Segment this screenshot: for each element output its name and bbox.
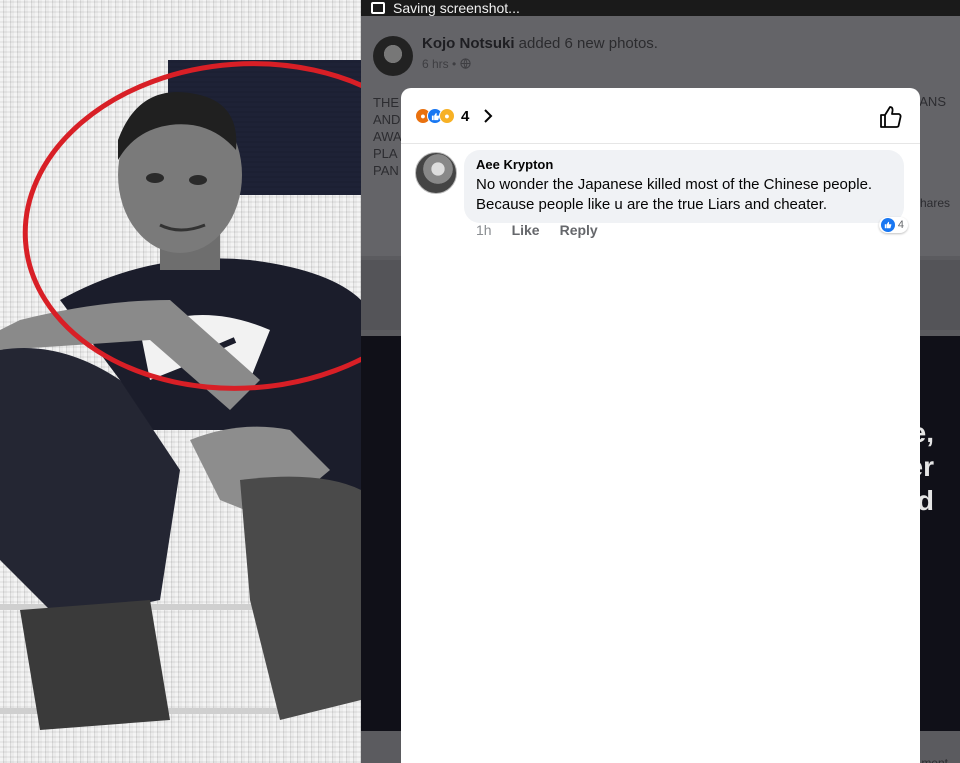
post-action: added 6 new photos.	[518, 35, 658, 52]
post-author-line: Kojo Notsuki added 6 new photos.	[422, 35, 658, 52]
screenshot: Saving screenshot... Kojo Notsuki added …	[0, 0, 960, 763]
comment-bubble[interactable]: Aee Krypton No wonder the Japanese kille…	[464, 150, 908, 233]
sad-reaction-icon: ●	[439, 108, 455, 124]
like-button[interactable]: Like	[512, 222, 540, 238]
comment-count-label[interactable]: ment	[921, 756, 948, 763]
screenshot-icon	[371, 2, 385, 14]
thumbs-up-icon	[880, 218, 895, 232]
comment-text: No wonder the Japanese killed most of th…	[476, 176, 873, 213]
chevron-right-icon[interactable]	[479, 107, 497, 125]
post-author-name[interactable]: Kojo Notsuki	[422, 35, 515, 52]
post-time: 6 hrs •	[422, 57, 471, 71]
like-outline-icon[interactable]	[878, 104, 904, 130]
status-bar: Saving screenshot...	[361, 0, 960, 16]
separator-dot: •	[452, 57, 460, 71]
reactions-summary[interactable]: ● ● 4	[415, 107, 497, 125]
comment-like-count: 4	[897, 219, 904, 231]
shares-label[interactable]: hares	[920, 196, 950, 210]
comments-sheet-header: ● ● 4	[401, 88, 920, 144]
commenter-name[interactable]: Aee Krypton	[476, 157, 892, 172]
comments-sheet: ● ● 4 Aee Krypton No wonder the Japanese…	[401, 88, 920, 763]
comment-time: 1h	[476, 222, 492, 238]
person-photo	[0, 0, 361, 763]
post-text-right: ANS	[919, 94, 946, 109]
commenter-avatar[interactable]	[415, 152, 457, 194]
globe-icon	[459, 58, 471, 69]
comment-actions: 1h Like Reply	[476, 222, 598, 238]
author-avatar[interactable]	[373, 36, 413, 76]
comment-like-badge[interactable]: 4	[878, 217, 908, 233]
photo-illustration	[0, 61, 361, 730]
status-bar-text: Saving screenshot...	[393, 0, 520, 16]
post-time-text: 6 hrs	[422, 57, 449, 71]
reaction-count: 4	[461, 107, 470, 125]
reply-button[interactable]: Reply	[560, 222, 598, 238]
